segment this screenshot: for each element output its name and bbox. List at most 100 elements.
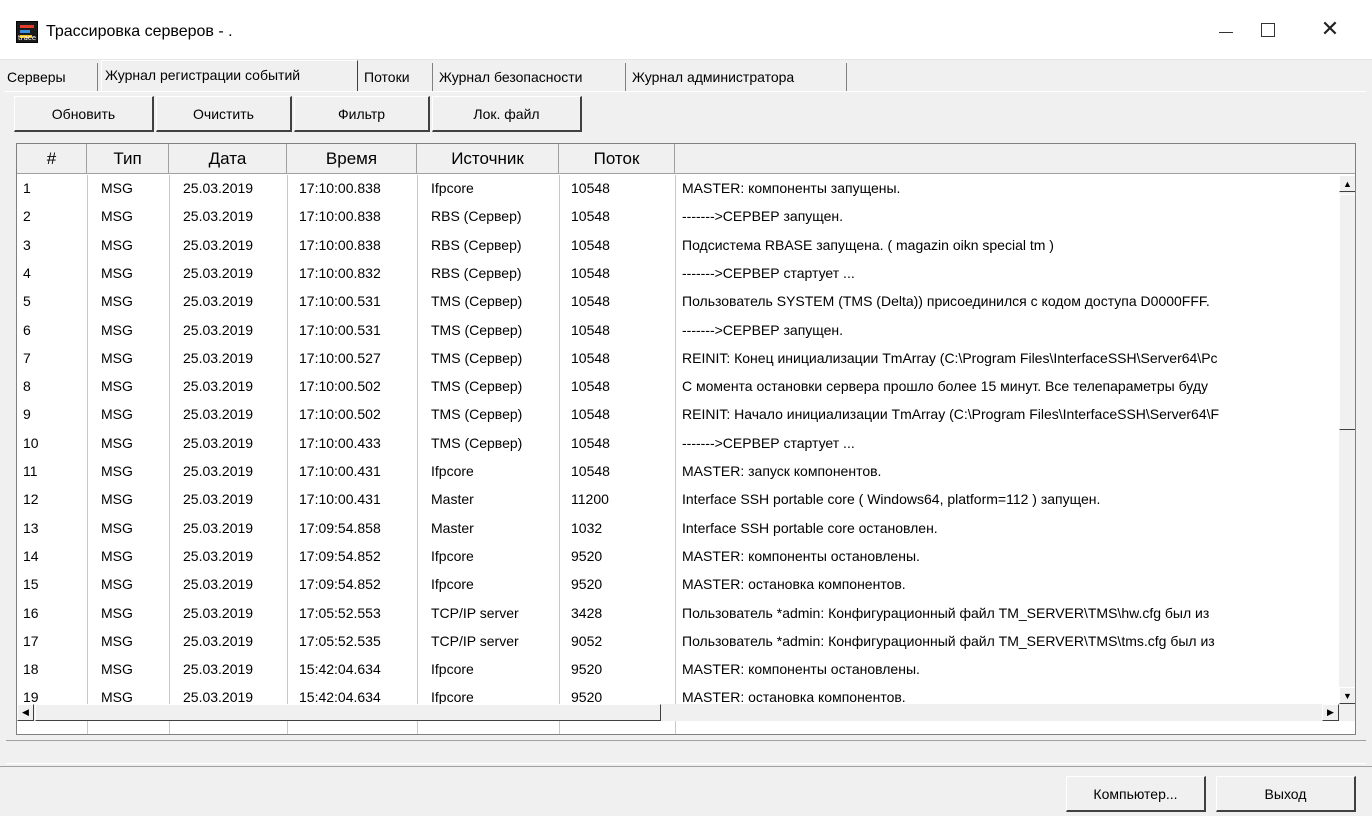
window-title: Трассировка серверов - . [46,23,233,40]
cell-type: MSG [101,406,133,423]
arrow-left-icon: ◀ [22,707,29,717]
title-bar: trace Трассировка серверов - . ✕ [0,0,1372,60]
vertical-scrollbar[interactable]: ▲ ▼ [1339,175,1355,704]
cell-thread: 10548 [571,406,610,423]
app-icon-label: trace [18,34,37,42]
cell-type: MSG [101,463,133,479]
column-header-message[interactable] [675,144,1355,174]
cell-number: 18 [23,661,39,678]
cell-thread: 10548 [571,321,610,338]
cell-date: 25.03.2019 [183,293,254,310]
table-row[interactable]: 10 MSG 25.03.2019 17:10:00.433 TMS (Сервер) 1… [17,430,1337,457]
cell-thread: 10548 [571,180,610,196]
cell-time: 17:10:00.502 [299,406,381,423]
cell-type: MSG [101,547,133,564]
horizontal-scrollbar[interactable]: ◀ ▶ [17,704,1339,721]
cell-type: MSG [101,661,133,678]
table-row[interactable]: 7 MSG 25.03.2019 17:10:00.527 TMS (Сервер) 10… [17,345,1337,372]
cell-thread: 10548 [571,264,610,281]
column-header-time[interactable]: Время [287,144,417,174]
scroll-right-button[interactable]: ▶ [1322,704,1339,721]
clear-button[interactable]: Очистить [156,96,292,132]
cell-message: ------->СЕРВЕР запущен. [682,208,844,225]
table-row[interactable]: 18 MSG 25.03.2019 15:42:04.634 Ifpcore 9520 MA… [17,656,1337,683]
column-header-date[interactable]: Дата [169,144,287,174]
column-header-thread[interactable]: Поток [559,144,675,174]
cell-time: 17:09:54.852 [299,547,381,564]
local-file-button[interactable]: Лок. файл [432,96,582,132]
cell-number: 9 [23,406,31,423]
cell-time: 17:10:00.431 [299,463,381,479]
maximize-button[interactable] [1238,0,1298,60]
cell-type: MSG [101,180,133,196]
table-row[interactable]: 1 MSG 25.03.2019 17:10:00.838 Ifpcore 10548 MA… [17,175,1337,202]
cell-number: 4 [23,264,31,281]
table-row[interactable]: 16 MSG 25.03.2019 17:05:52.553 TCP/IP server… [17,600,1337,627]
computer-button[interactable]: Компьютер... [1066,776,1206,812]
column-header-source[interactable]: Источник [417,144,559,174]
cell-number: 15 [23,576,39,593]
refresh-button[interactable]: Обновить [14,96,154,132]
table-row[interactable]: 2 MSG 25.03.2019 17:10:00.838 RBS (Сервер) 10… [17,203,1337,230]
cell-date: 25.03.2019 [183,519,254,536]
tab-admin-log[interactable]: Журнал администратора [629,63,847,91]
table-row[interactable]: 14 MSG 25.03.2019 17:09:54.852 Ifpcore 9520 MA… [17,543,1337,570]
column-header-number[interactable]: # [17,144,87,174]
table-row[interactable]: 12 MSG 25.03.2019 17:10:00.431 Master 11200 In… [17,486,1337,513]
maximize-icon [1261,23,1275,37]
horizontal-scroll-thumb[interactable] [35,704,661,721]
cell-thread: 1032 [571,519,603,536]
cell-thread: 10548 [571,349,610,366]
cell-time: 17:05:52.535 [299,632,381,649]
cell-thread: 9052 [571,632,603,649]
column-header-type[interactable]: Тип [87,144,169,174]
table-row[interactable]: 4 MSG 25.03.2019 17:10:00.832 RBS (Сервер) 10… [17,260,1337,287]
cell-time: 17:10:00.527 [299,349,381,366]
table-row[interactable]: 6 MSG 25.03.2019 17:10:00.531 TMS (Сервер) 10… [17,317,1337,344]
cell-type: MSG [101,264,133,281]
table-row[interactable]: 8 MSG 25.03.2019 17:10:00.502 TMS (Сервер) 10… [17,373,1337,400]
cell-date: 25.03.2019 [183,547,254,564]
table-row[interactable]: 11 MSG 25.03.2019 17:10:00.431 Ifpcore 10548 M… [17,458,1337,485]
event-log-table[interactable]: # Тип Дата Время Источник Поток 1 MSG 25.0… [16,143,1356,735]
cell-time: 17:10:00.502 [299,378,381,395]
cell-message: MASTER: компоненты остановлены. [682,547,920,564]
scroll-down-button[interactable]: ▼ [1339,687,1355,704]
cell-number: 7 [23,349,31,366]
cell-date: 25.03.2019 [183,661,254,678]
cell-thread: 10548 [571,293,610,310]
cell-date: 25.03.2019 [183,321,254,338]
table-row[interactable]: 5 MSG 25.03.2019 17:10:00.531 TMS (Сервер) 10… [17,288,1337,315]
close-button[interactable]: ✕ [1300,0,1360,60]
scroll-left-button[interactable]: ◀ [17,704,34,721]
tab-event-log[interactable]: Журнал регистрации событий [101,60,358,91]
cell-date: 25.03.2019 [183,576,254,593]
cell-time: 17:05:52.553 [299,604,381,621]
cell-number: 3 [23,236,31,253]
cell-date: 25.03.2019 [183,236,254,253]
cell-time: 17:09:54.858 [299,519,381,536]
cell-message: REINIT: Начало инициализации TmArray (C:… [682,406,1220,423]
table-row[interactable]: 17 MSG 25.03.2019 17:05:52.535 TCP/IP server… [17,628,1337,655]
cell-date: 25.03.2019 [183,406,254,423]
filter-button[interactable]: Фильтр [294,96,430,132]
cell-source: TCP/IP server [431,632,519,649]
table-row[interactable]: 3 MSG 25.03.2019 17:10:00.838 RBS (Сервер) 10… [17,232,1337,259]
cell-number: 2 [23,208,31,225]
cell-date: 25.03.2019 [183,434,254,451]
table-row[interactable]: 9 MSG 25.03.2019 17:10:00.502 TMS (Сервер) 10… [17,401,1337,428]
tab-divider [4,91,1366,92]
cell-message: Подсистема RBASE запущена. ( magazin oik… [682,236,1054,253]
cell-source: TMS (Сервер) [431,349,523,366]
cell-thread: 10548 [571,378,610,395]
table-row[interactable]: 15 MSG 25.03.2019 17:09:54.852 Ifpcore 9520 MA… [17,571,1337,598]
table-row[interactable]: 13 MSG 25.03.2019 17:09:54.858 Master 1032 Int… [17,515,1337,542]
cell-source: TMS (Сервер) [431,406,523,423]
tab-security-log[interactable]: Журнал безопасности [436,63,626,91]
exit-button[interactable]: Выход [1216,776,1356,812]
tab-threads[interactable]: Потоки [361,63,433,91]
vertical-scroll-thumb[interactable] [1339,194,1355,430]
tab-servers[interactable]: Серверы [4,63,98,91]
scroll-up-button[interactable]: ▲ [1339,175,1355,192]
cell-number: 11 [23,463,38,479]
